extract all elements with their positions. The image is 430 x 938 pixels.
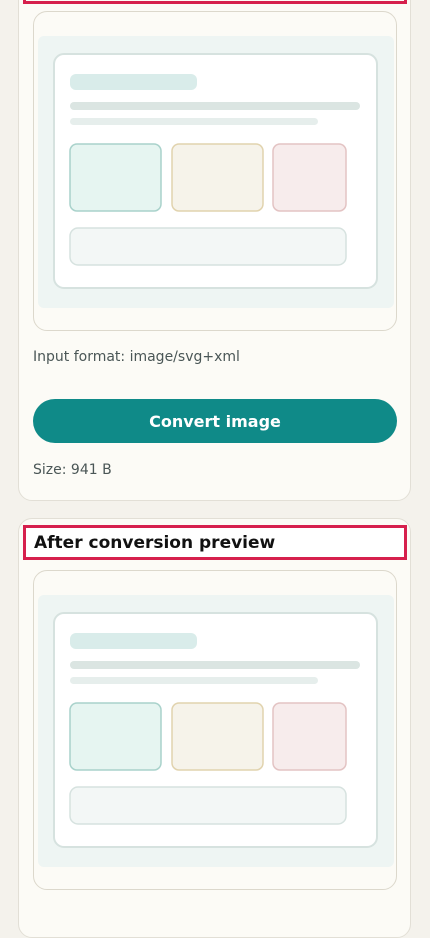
file-size-label: Size: 941 B [33, 462, 112, 478]
convert-image-button[interactable]: Convert image [33, 399, 397, 443]
output-preview [33, 570, 397, 890]
input-preview [33, 11, 397, 331]
input-format-label: Input format: image/svg+xml [33, 349, 240, 365]
highlight-outline-top [23, 0, 407, 4]
input-preview-image [38, 36, 394, 308]
result-heading-box: After conversion preview [23, 525, 407, 560]
result-heading: After conversion preview [34, 533, 276, 553]
output-preview-image [38, 595, 394, 867]
